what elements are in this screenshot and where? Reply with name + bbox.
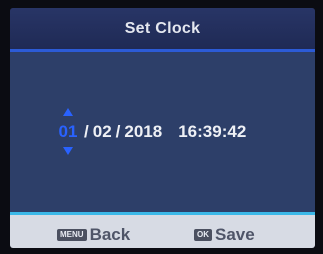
arrow-down-icon[interactable]	[63, 147, 73, 155]
title-bar: Set Clock	[10, 8, 315, 52]
back-button[interactable]: MENU Back	[57, 225, 130, 245]
date-separator: /	[84, 122, 89, 141]
date-separator: /	[115, 122, 121, 141]
datetime-row: 01 / 02 / 2018 16:39:42	[58, 108, 246, 155]
back-label: Back	[89, 225, 131, 244]
month-field[interactable]: 01	[58, 108, 78, 155]
menu-key-icon: MENU	[57, 229, 87, 241]
page-title: Set Clock	[124, 19, 201, 37]
camera-screen: Set Clock 01 / 02 / 2018 16:39:42 MENU B…	[10, 8, 315, 248]
month-value: 01	[58, 122, 78, 141]
clock-settings-panel: 01 / 02 / 2018 16:39:42	[10, 52, 315, 212]
year-field[interactable]: 2018	[124, 122, 162, 142]
ok-key-icon: OK	[194, 229, 212, 241]
day-field[interactable]: 02	[93, 122, 112, 142]
arrow-up-icon[interactable]	[63, 108, 73, 116]
time-field[interactable]: 16:39:42	[178, 122, 246, 142]
save-button[interactable]: OK Save	[194, 225, 255, 245]
footer-bar: MENU Back OK Save	[10, 215, 315, 248]
save-label: Save	[215, 225, 255, 244]
